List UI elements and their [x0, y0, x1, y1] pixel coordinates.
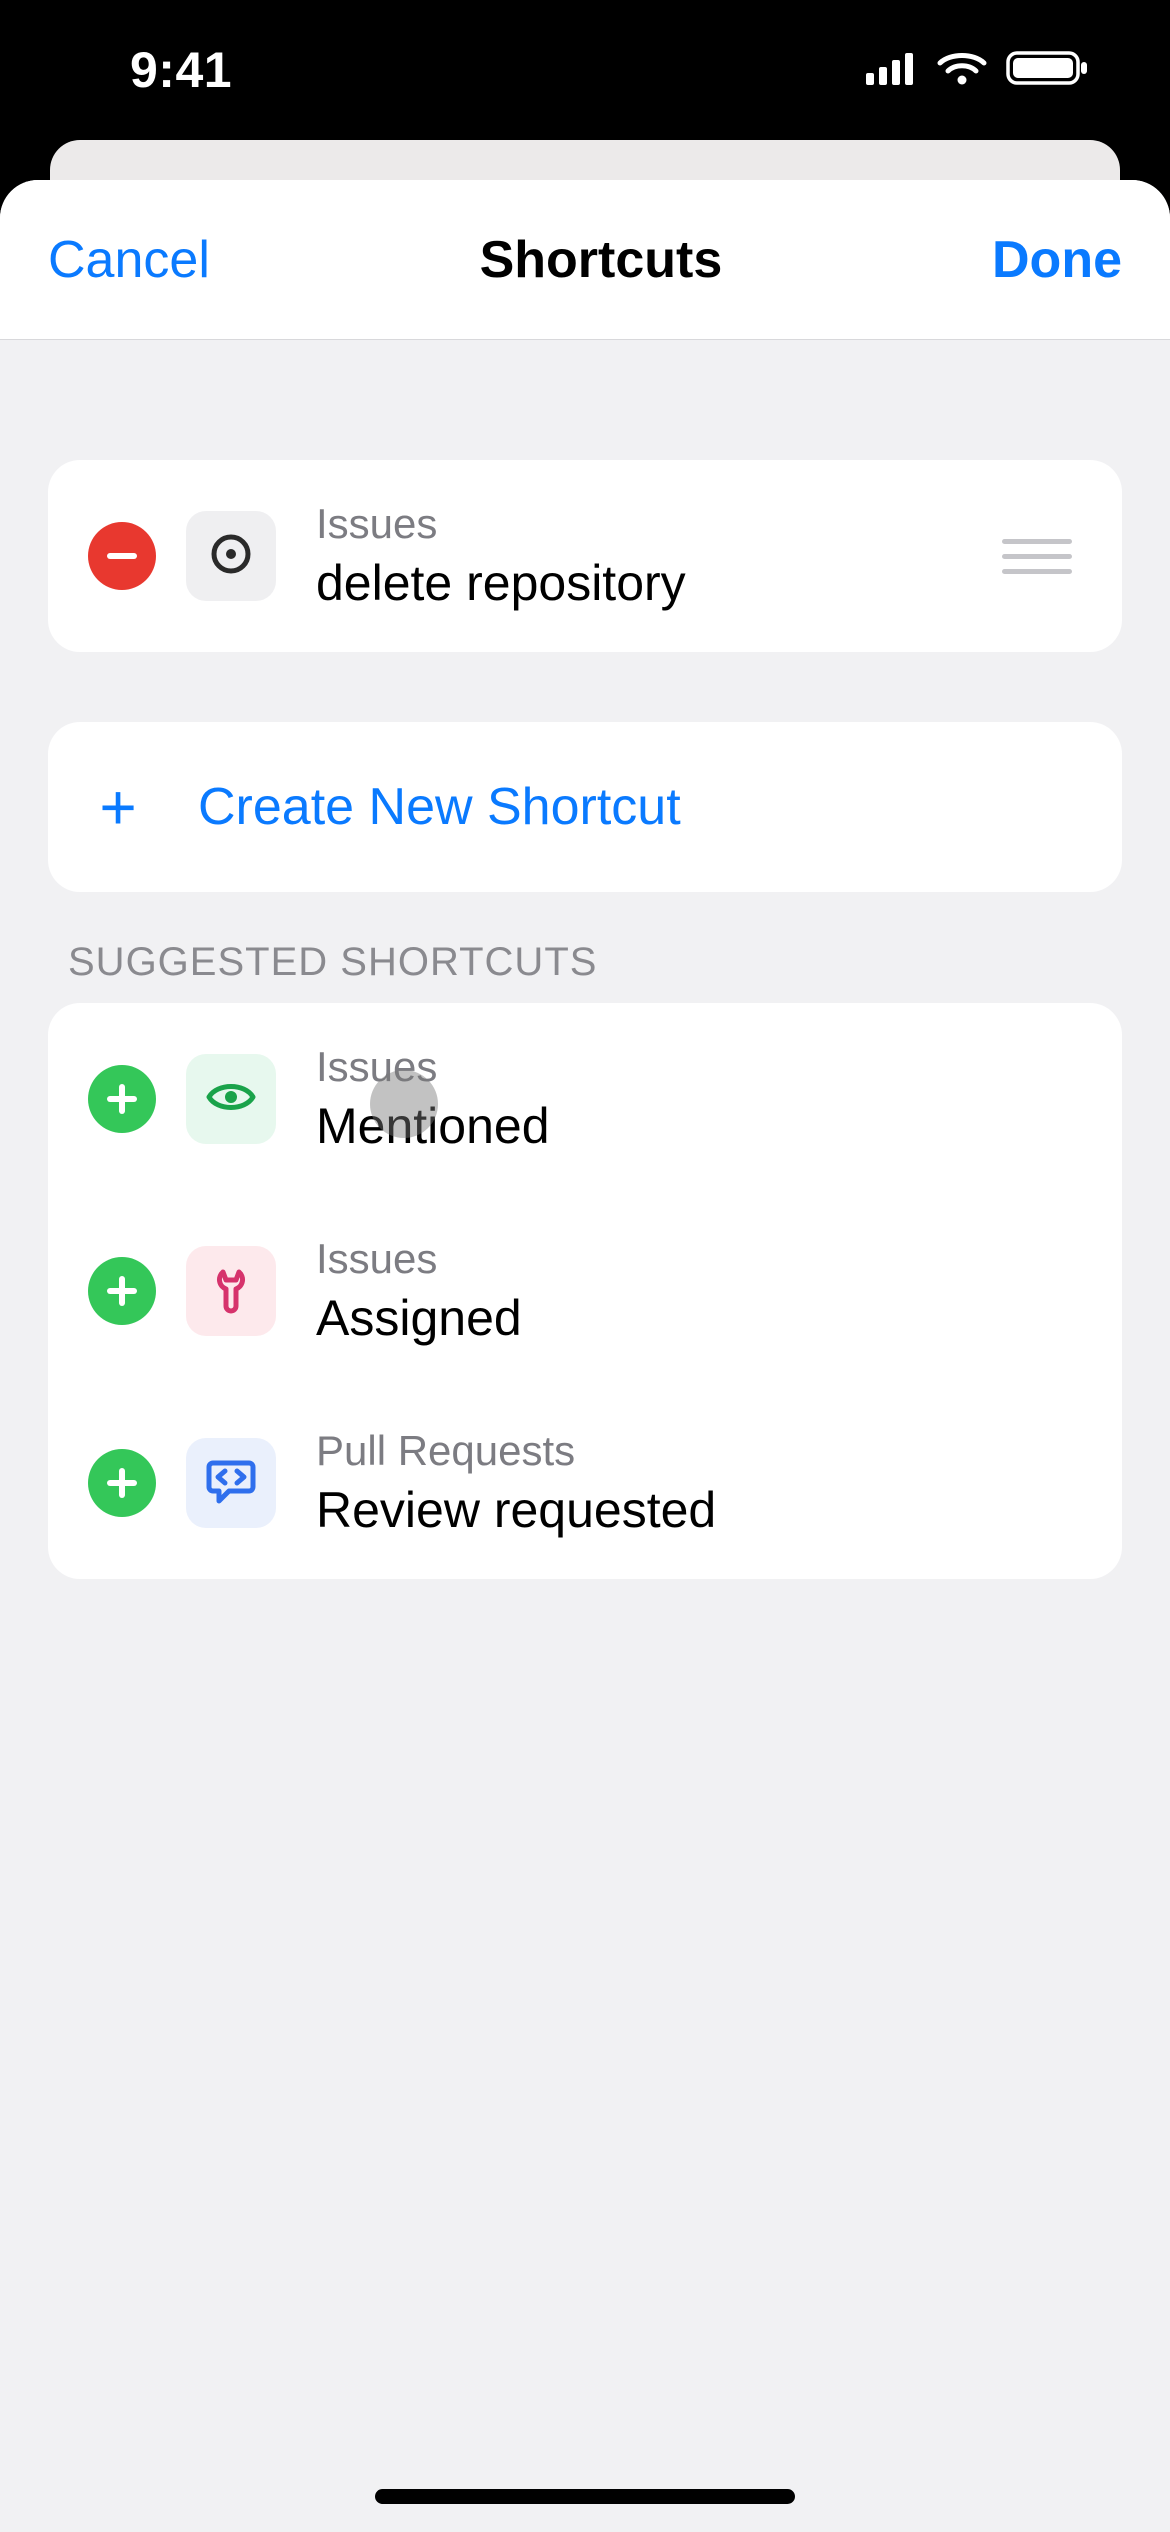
- add-suggested-button[interactable]: [88, 1065, 156, 1133]
- shortcut-category: Issues: [316, 500, 1002, 548]
- shortcut-title: delete repository: [316, 554, 1002, 612]
- cellular-icon: [866, 51, 918, 90]
- home-indicator[interactable]: [375, 2489, 795, 2504]
- create-shortcut-card: + Create New Shortcut: [48, 722, 1122, 892]
- modal-sheet: Cancel Shortcuts Done Issues delete repo…: [0, 180, 1170, 2532]
- status-bar: 9:41: [0, 0, 1170, 140]
- suggested-title: Review requested: [316, 1481, 1082, 1539]
- suggested-icon-box: [186, 1246, 276, 1336]
- eye-icon: [205, 1071, 257, 1128]
- suggested-section-header: SUGGESTED SHORTCUTS: [48, 940, 1122, 985]
- suggested-category: Issues: [316, 1235, 1082, 1283]
- create-shortcut-label: Create New Shortcut: [198, 777, 681, 837]
- cancel-button[interactable]: Cancel: [48, 230, 210, 290]
- suggested-shortcuts-card: Issues Mentioned Issues Assigned: [48, 1003, 1122, 1579]
- wifi-icon: [936, 49, 988, 92]
- shortcut-row[interactable]: Issues delete repository: [48, 460, 1122, 652]
- suggested-icon-box: [186, 1438, 276, 1528]
- add-suggested-button[interactable]: [88, 1449, 156, 1517]
- battery-icon: [1006, 49, 1090, 92]
- current-shortcuts-card: Issues delete repository: [48, 460, 1122, 652]
- issue-opened-icon: [207, 530, 255, 583]
- drag-handle[interactable]: [1002, 539, 1072, 574]
- create-new-shortcut-button[interactable]: + Create New Shortcut: [48, 722, 1122, 892]
- suggested-title: Assigned: [316, 1289, 1082, 1347]
- status-time: 9:41: [130, 41, 232, 99]
- tools-icon: [206, 1264, 256, 1319]
- touch-indicator: [370, 1070, 438, 1138]
- shortcut-icon-box: [186, 511, 276, 601]
- code-review-icon: [205, 1455, 257, 1512]
- plus-icon: +: [88, 770, 148, 844]
- page-title: Shortcuts: [480, 230, 723, 290]
- remove-shortcut-button[interactable]: [88, 522, 156, 590]
- status-indicators: [866, 49, 1090, 92]
- suggested-icon-box: [186, 1054, 276, 1144]
- nav-bar: Cancel Shortcuts Done: [0, 180, 1170, 340]
- done-button[interactable]: Done: [992, 230, 1122, 290]
- add-suggested-button[interactable]: [88, 1257, 156, 1325]
- suggested-row-review-requested[interactable]: Pull Requests Review requested: [48, 1387, 1122, 1579]
- suggested-row-mentioned[interactable]: Issues Mentioned: [48, 1003, 1122, 1195]
- suggested-row-assigned[interactable]: Issues Assigned: [48, 1195, 1122, 1387]
- suggested-category: Pull Requests: [316, 1427, 1082, 1475]
